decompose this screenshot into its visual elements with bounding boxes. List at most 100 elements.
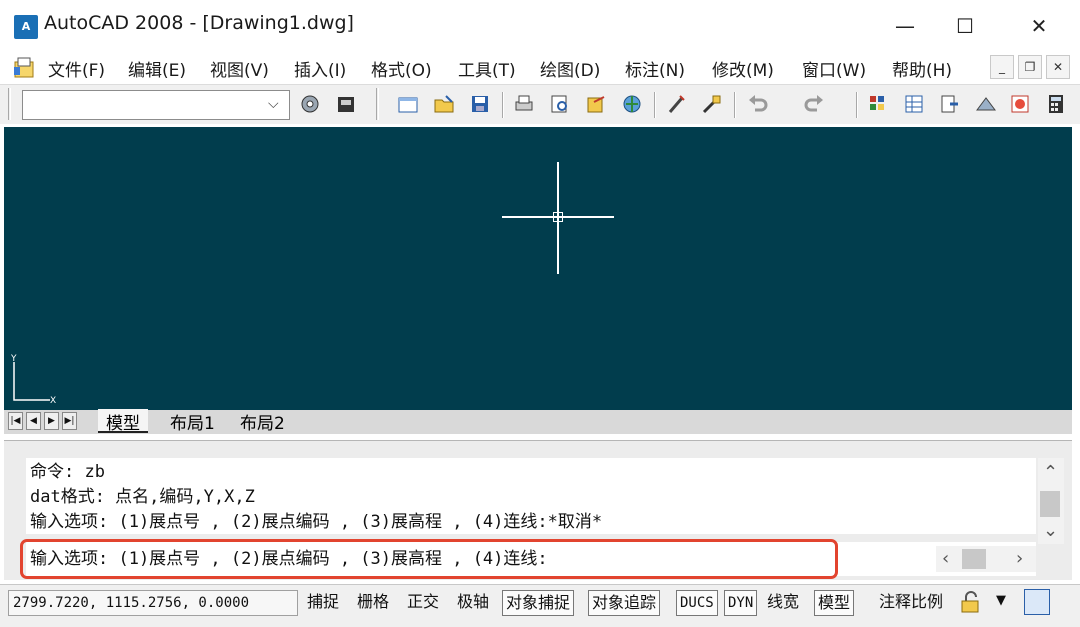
close-icon: ✕ <box>1052 60 1064 74</box>
dyn-toggle[interactable]: DYN <box>724 590 758 616</box>
workspace-combo[interactable] <box>22 90 290 120</box>
publish-button[interactable] <box>582 90 610 118</box>
pan-button[interactable] <box>864 90 892 118</box>
document-menu-icon[interactable] <box>12 55 38 79</box>
cut-icon <box>668 95 685 113</box>
workspace-save-icon <box>338 97 354 112</box>
plot-preview-button[interactable] <box>546 90 574 118</box>
redo-icon <box>804 95 823 112</box>
scroll-thumb[interactable] <box>962 549 986 569</box>
undo-button[interactable] <box>744 90 772 118</box>
menu-edit[interactable]: 编辑(E) <box>128 56 186 81</box>
scroll-up-icon[interactable]: ⌃ <box>1043 462 1058 483</box>
coordinate-display[interactable]: 2799.7220, 1115.2756, 0.0000 <box>8 590 298 616</box>
calculator-button[interactable] <box>1042 90 1070 118</box>
ortho-toggle[interactable]: 正交 <box>404 590 442 616</box>
menu-dimension[interactable]: 标注(N) <box>625 56 685 81</box>
plot-preview-icon <box>551 95 567 113</box>
pan-icon <box>870 96 884 110</box>
clean-screen-button[interactable] <box>1024 589 1050 615</box>
open-button[interactable] <box>430 90 458 118</box>
command-history-line: 命令: zb <box>30 462 105 482</box>
otrack-toggle[interactable]: 对象追踪 <box>588 590 661 616</box>
menu-file[interactable]: 文件(F) <box>48 56 105 81</box>
minimize-icon: _ <box>999 60 1005 74</box>
tab-model[interactable]: 模型 <box>98 409 148 434</box>
osnap-toggle[interactable]: 对象捕捉 <box>502 590 575 616</box>
calculator-icon <box>1049 95 1063 113</box>
maximize-icon: ☐ <box>956 14 974 38</box>
menu-draw[interactable]: 绘图(D) <box>540 56 600 81</box>
menu-format[interactable]: 格式(O) <box>371 56 432 81</box>
ucs-icon: Y X <box>10 354 56 406</box>
tool-palettes-button[interactable] <box>972 90 1000 118</box>
lineweight-toggle[interactable]: 线宽 <box>764 590 802 616</box>
tab-prev-button[interactable]: ◀ <box>26 412 41 430</box>
grid-toggle[interactable]: 栅格 <box>354 590 392 616</box>
new-icon <box>398 97 418 113</box>
3d-dwf-button[interactable] <box>618 90 646 118</box>
menu-help[interactable]: 帮助(H) <box>892 56 952 81</box>
markup-icon <box>1011 95 1029 113</box>
redo-button[interactable] <box>800 90 828 118</box>
close-button[interactable]: ✕ <box>1004 0 1074 52</box>
restore-icon: ❐ <box>1024 60 1036 74</box>
new-button[interactable] <box>394 90 422 118</box>
save-button[interactable] <box>466 90 494 118</box>
open-icon <box>434 95 454 113</box>
menu-window[interactable]: 窗口(W) <box>802 56 866 81</box>
properties-button[interactable] <box>900 90 928 118</box>
toolbar-separator <box>502 92 504 118</box>
minimize-icon: — <box>895 14 915 38</box>
chevron-down-icon[interactable]: ⌵ <box>268 96 279 112</box>
markup-button[interactable] <box>1006 90 1034 118</box>
autocad-app-icon[interactable]: A <box>14 15 38 39</box>
maximize-button[interactable]: ☐ <box>930 0 1000 52</box>
doc-close-button[interactable]: ✕ <box>1046 55 1070 79</box>
3d-dwf-icon <box>623 95 641 113</box>
polar-toggle[interactable]: 极轴 <box>454 590 492 616</box>
tab-last-button[interactable]: ▶| <box>62 412 77 430</box>
scroll-down-icon[interactable]: ⌄ <box>1043 520 1058 541</box>
design-center-button[interactable] <box>936 90 964 118</box>
scroll-thumb[interactable] <box>1040 491 1060 517</box>
menu-insert[interactable]: 插入(I) <box>294 56 346 81</box>
tab-first-button[interactable]: |◀ <box>8 412 23 430</box>
snap-toggle[interactable]: 捕捉 <box>304 590 342 616</box>
ducs-toggle[interactable]: DUCS <box>676 590 718 616</box>
tab-layout1[interactable]: 布局1 <box>162 409 223 434</box>
window-title: AutoCAD 2008 - [Drawing1.dwg] <box>44 12 354 34</box>
doc-restore-button[interactable]: ❐ <box>1018 55 1042 79</box>
toolbar-separator <box>654 92 656 118</box>
workspace-save-button[interactable] <box>332 90 360 118</box>
close-icon: ✕ <box>1030 14 1048 38</box>
lock-icon[interactable] <box>958 589 984 615</box>
model-toggle[interactable]: 模型 <box>814 590 855 616</box>
publish-icon <box>587 96 605 113</box>
workspace-settings-icon <box>301 95 319 113</box>
save-icon <box>472 96 488 112</box>
ucs-y-label: Y <box>10 354 17 364</box>
command-history-line: dat格式: 点名,编码,Y,X,Z <box>30 487 255 507</box>
plot-button[interactable] <box>510 90 538 118</box>
scroll-right-icon[interactable]: › <box>1016 548 1023 569</box>
toolbar-grip[interactable] <box>8 88 11 120</box>
undo-icon <box>749 95 768 112</box>
toolbar-grip[interactable] <box>376 88 379 120</box>
toolbar-separator <box>856 92 858 118</box>
tab-next-button[interactable]: ▶ <box>44 412 59 430</box>
menu-tools[interactable]: 工具(T) <box>458 56 516 81</box>
chevron-down-icon[interactable]: ▼ <box>996 593 1006 608</box>
annotation-scale-label[interactable]: 注释比例 <box>876 590 946 616</box>
drawing-canvas[interactable] <box>4 127 1072 410</box>
scroll-left-icon[interactable]: ‹ <box>942 548 949 569</box>
doc-minimize-button[interactable]: _ <box>990 55 1014 79</box>
design-center-icon <box>941 95 958 113</box>
menu-modify[interactable]: 修改(M) <box>712 56 774 81</box>
cut-button[interactable] <box>662 90 690 118</box>
match-properties-icon <box>702 95 721 114</box>
match-properties-button[interactable] <box>698 90 726 118</box>
tab-layout2[interactable]: 布局2 <box>232 409 293 434</box>
workspace-settings-button[interactable] <box>296 90 324 118</box>
menu-view[interactable]: 视图(V) <box>210 56 269 81</box>
